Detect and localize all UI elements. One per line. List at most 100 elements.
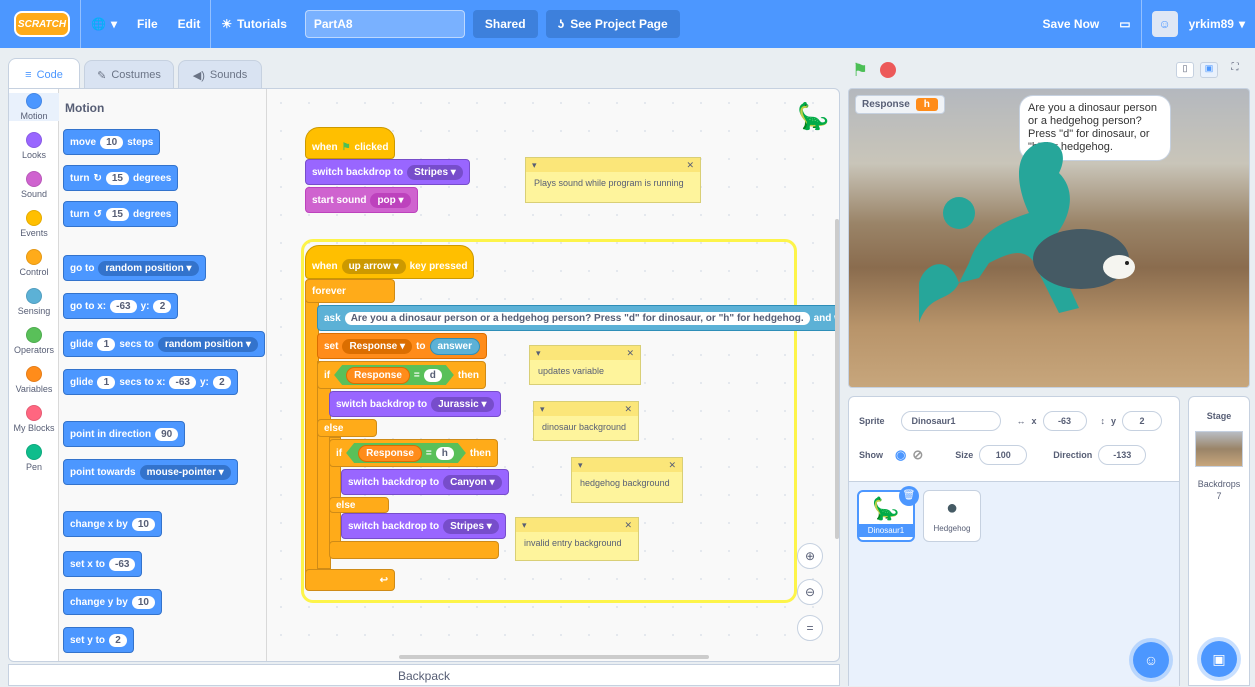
close-icon[interactable]: ✕ <box>686 160 694 171</box>
stage-selector[interactable]: Stage Backdrops 7 ▣ <box>1188 396 1250 686</box>
x-input[interactable]: -63 <box>1042 411 1087 431</box>
variable-dropdown[interactable]: Response ▾ <box>342 338 413 354</box>
project-title-input[interactable]: PartA8 <box>304 10 465 38</box>
category-pen[interactable]: Pen <box>9 444 59 472</box>
edit-menu[interactable]: Edit <box>168 0 211 48</box>
category-sensing[interactable]: Sensing <box>9 288 59 316</box>
if-else-block[interactable]: if Response = d then <box>317 361 486 389</box>
y-input[interactable]: 2 <box>212 375 231 389</box>
switch-backdrop-block[interactable]: switch backdrop to Stripes ▾ <box>305 159 470 185</box>
collapse-icon[interactable]: ▾ <box>540 404 545 415</box>
switch-backdrop-block[interactable]: switch backdrop to Jurassic ▾ <box>329 391 501 417</box>
change-x-block[interactable]: change x by 10 <box>63 511 162 537</box>
switch-backdrop-block[interactable]: switch backdrop to Stripes ▾ <box>341 513 506 539</box>
category-sound[interactable]: Sound <box>9 171 59 199</box>
value-input[interactable]: d <box>424 369 442 382</box>
zoom-out-button[interactable]: ⊖ <box>797 579 823 605</box>
size-input[interactable]: 100 <box>979 445 1028 465</box>
set-y-block[interactable]: set y to 2 <box>63 627 135 653</box>
towards-dropdown[interactable]: mouse-pointer ▾ <box>139 464 231 480</box>
glide-dropdown[interactable]: random position ▾ <box>157 336 258 352</box>
choose-backdrop-button[interactable]: ▣ <box>1201 641 1237 677</box>
stage-canvas[interactable]: Response h Are you a dinosaur person or a… <box>848 88 1250 388</box>
ask-and-wait-block[interactable]: ask Are you a dinosaur person or a hedgeh… <box>317 305 839 331</box>
delete-sprite-icon[interactable]: 🗑 <box>899 486 919 506</box>
y-input[interactable]: 10 <box>131 595 155 609</box>
comment-note[interactable]: ▾ ✕ Plays sound while program is running <box>525 157 701 203</box>
close-icon[interactable]: ✕ <box>668 460 676 471</box>
collapse-icon[interactable]: ▾ <box>522 520 527 531</box>
secs-input[interactable]: 1 <box>97 375 116 389</box>
response-reporter[interactable]: Response <box>358 445 422 462</box>
y-input[interactable]: 2 <box>1122 411 1163 431</box>
set-variable-block[interactable]: set Response ▾ to answer <box>317 333 487 359</box>
backdrop-dropdown[interactable]: Stripes ▾ <box>407 164 463 180</box>
hide-eye-icon[interactable]: ⊘ <box>912 447 923 463</box>
close-icon[interactable]: ✕ <box>624 520 632 531</box>
category-control[interactable]: Control <box>9 249 59 277</box>
sprite-thumb-hedgehog[interactable]: ● Hedgehog <box>923 490 981 542</box>
when-flag-clicked-block[interactable]: when ⚑ clicked <box>305 127 396 159</box>
x-input[interactable]: -63 <box>110 299 137 313</box>
comment-note[interactable]: ▾ ✕ dinosaur background <box>533 401 639 441</box>
answer-reporter[interactable]: answer <box>429 337 480 355</box>
comment-note[interactable]: ▾ ✕ updates variable <box>529 345 641 385</box>
point-direction-block[interactable]: point in direction 90 <box>63 421 186 447</box>
move-steps-block[interactable]: move 10 steps <box>63 129 161 155</box>
value-input[interactable]: h <box>436 447 454 460</box>
tab-sounds[interactable]: ◀) Sounds <box>178 60 262 90</box>
y-input[interactable]: 2 <box>109 633 128 647</box>
glide-block[interactable]: glide 1 secs to random position ▾ <box>63 331 265 357</box>
script-area[interactable]: 🦕 when ⚑ clicked switch backdrop to Stripes… <box>267 89 839 661</box>
green-flag-button[interactable]: ⚑ <box>852 60 872 80</box>
normal-stage-button[interactable]: ▣ <box>1200 62 1218 78</box>
vertical-scrollbar[interactable] <box>835 219 839 539</box>
close-icon[interactable]: ✕ <box>624 404 632 415</box>
close-icon[interactable]: ✕ <box>626 348 634 359</box>
steps-input[interactable]: 10 <box>100 135 124 149</box>
comment-text[interactable]: invalid entry background <box>516 532 638 554</box>
tab-code[interactable]: ≡ Code <box>8 58 80 90</box>
turn-right-block[interactable]: turn ↻ 15 degrees <box>63 165 179 191</box>
turn-left-block[interactable]: turn ↺ 15 degrees <box>63 201 179 227</box>
set-x-block[interactable]: set x to -63 <box>63 551 143 577</box>
stop-button[interactable] <box>880 62 896 78</box>
category-motion[interactable]: Motion <box>9 93 59 121</box>
scratch-logo[interactable]: SCRATCH <box>14 11 70 37</box>
account-menu[interactable]: ☺ yrkim89 ▾ <box>1140 0 1255 48</box>
fullscreen-icon[interactable]: ⛶ <box>1226 62 1244 78</box>
if-else-block[interactable]: if Response = h then <box>329 439 498 467</box>
y-input[interactable]: 2 <box>153 299 172 313</box>
comment-text[interactable]: updates variable <box>530 360 640 382</box>
save-now-button[interactable]: Save Now <box>1033 0 1110 48</box>
zoom-in-button[interactable]: ⊕ <box>797 543 823 569</box>
question-input[interactable]: Are you a dinosaur person or a hedgehog … <box>344 311 810 325</box>
sprite-thumb-dinosaur[interactable]: 🦕 Dinosaur1 🗑 <box>857 486 919 542</box>
comment-text[interactable]: dinosaur background <box>534 416 638 438</box>
x-input[interactable]: -63 <box>169 375 196 389</box>
x-input[interactable]: -63 <box>109 557 136 571</box>
my-stuff-folder-icon[interactable]: ▭ <box>1109 0 1140 48</box>
category-looks[interactable]: Looks <box>9 132 59 160</box>
degrees-input[interactable]: 15 <box>105 207 129 221</box>
collapse-icon[interactable]: ▾ <box>536 348 541 359</box>
switch-backdrop-block[interactable]: switch backdrop to Canyon ▾ <box>341 469 509 495</box>
go-to-block[interactable]: go to random position ▾ <box>63 255 206 281</box>
comment-text[interactable]: Plays sound while program is running <box>526 172 700 194</box>
start-sound-block[interactable]: start sound pop ▾ <box>305 187 418 213</box>
comment-note[interactable]: ▾ ✕ hedgehog background <box>571 457 683 503</box>
category-variables[interactable]: Variables <box>9 366 59 394</box>
degrees-input[interactable]: 15 <box>105 171 129 185</box>
direction-input[interactable]: 90 <box>155 427 179 441</box>
comment-text[interactable]: hedgehog background <box>572 472 682 494</box>
go-to-xy-block[interactable]: go to x: -63 y: 2 <box>63 293 179 319</box>
forever-block[interactable]: forever <box>305 279 395 303</box>
glide-xy-block[interactable]: glide 1 secs to x: -63 y: 2 <box>63 369 238 395</box>
when-key-pressed-block[interactable]: when up arrow ▾ key pressed <box>305 245 475 279</box>
comment-note[interactable]: ▾ ✕ invalid entry background <box>515 517 639 561</box>
key-dropdown[interactable]: up arrow ▾ <box>341 258 406 274</box>
see-project-page-button[interactable]: ʖ See Project Page <box>545 10 680 38</box>
category-operators[interactable]: Operators <box>9 327 59 355</box>
hedgehog-sprite[interactable] <box>1031 221 1141 291</box>
backdrop-dropdown[interactable]: Jurassic ▾ <box>431 396 494 412</box>
